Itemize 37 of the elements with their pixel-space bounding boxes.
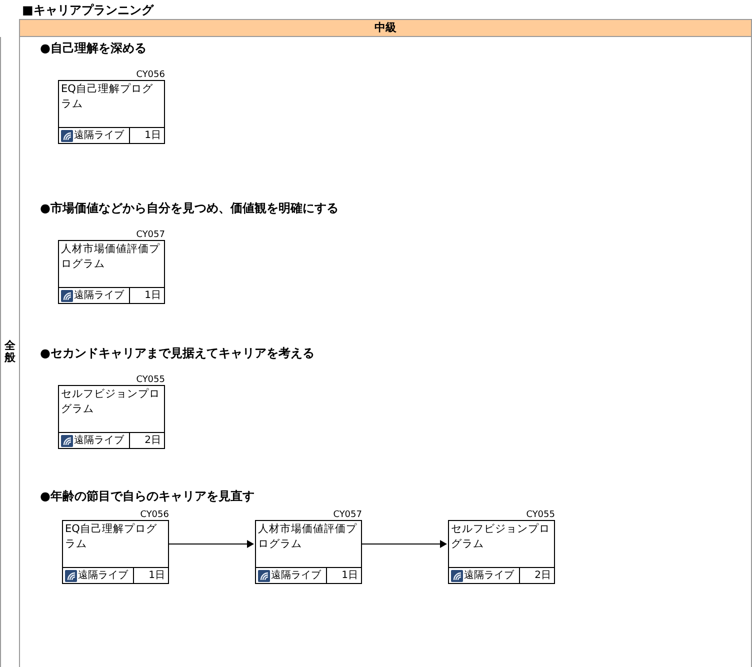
course-code: CY056 — [136, 70, 165, 80]
delivery-label: 遠隔ライブ — [74, 130, 124, 142]
course-name: 人材市場価値評価プログラム — [257, 522, 358, 552]
duration-label: 1日 — [148, 569, 166, 583]
duration-label: 2日 — [534, 569, 552, 583]
course-name: EQ自己理解プログラム — [60, 82, 154, 112]
delivery-label: 遠隔ライブ — [271, 570, 321, 582]
course-code: CY056 — [140, 510, 169, 520]
duration-label: 1日 — [144, 129, 162, 143]
section-heading: ●セカンドキャリアまで見据えてキャリアを考える — [40, 345, 316, 361]
signal-wave-icon — [61, 290, 73, 302]
section-heading: ●年齢の節目で自らのキャリアを見直す — [40, 488, 256, 504]
duration-label: 1日 — [340, 569, 359, 583]
duration-label: 1日 — [144, 289, 162, 303]
course-name: セルフビジョンプログラム — [450, 522, 551, 552]
delivery-label: 遠隔ライブ — [78, 570, 128, 582]
course-code: CY055 — [526, 510, 555, 520]
delivery-label: 遠隔ライブ — [74, 290, 124, 302]
course-code: CY057 — [136, 230, 165, 240]
signal-wave-icon — [61, 434, 73, 446]
course-name: 人材市場価値評価プログラム — [60, 242, 161, 272]
delivery-label: 遠隔ライブ — [74, 434, 124, 446]
course-code: CY055 — [136, 375, 165, 385]
page-title: ■キャリアプランニング — [21, 2, 155, 19]
signal-wave-icon — [61, 130, 73, 142]
category-label: 全般 — [4, 340, 16, 364]
section-heading: ●自己理解を深める — [40, 40, 148, 56]
delivery-label: 遠隔ライブ — [464, 570, 514, 582]
duration-label: 2日 — [144, 434, 162, 448]
signal-wave-icon — [65, 570, 77, 582]
level-header: 中級 — [19, 19, 752, 37]
section-heading: ●市場価値などから自分を見つめ、価値観を明確にする — [40, 200, 340, 216]
course-name: セルフビジョンプログラム — [60, 387, 161, 417]
course-name: EQ自己理解プログラム — [64, 522, 158, 552]
signal-wave-icon — [451, 570, 463, 582]
signal-wave-icon — [258, 570, 270, 582]
course-code: CY057 — [333, 510, 362, 520]
